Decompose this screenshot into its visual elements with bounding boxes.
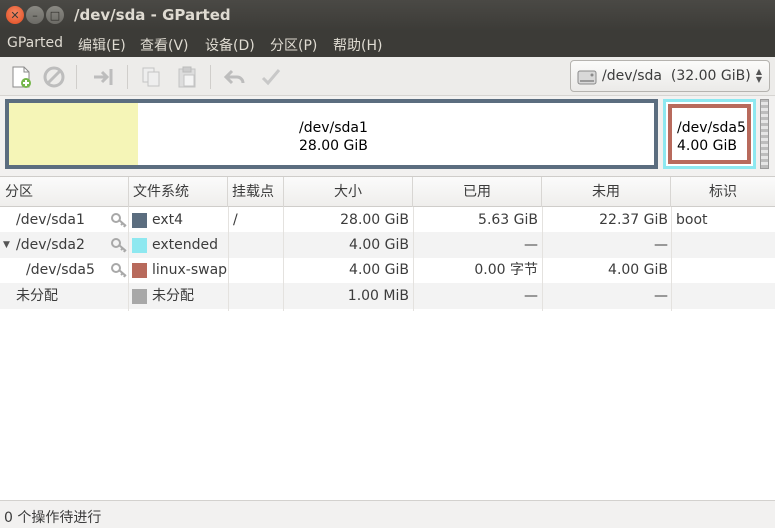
menu-partition[interactable]: 分区(P) [270,35,317,55]
cell-partition: /dev/sda5 [26,262,95,278]
key-icon [110,211,128,229]
table-row[interactable]: /dev/sda5 linux-swap 4.00 GiB 0.00 字节 4.00 G… [0,257,775,283]
cell-flags [676,257,771,283]
device-label: /dev/sda (32.00 GiB) [602,68,751,84]
cell-unused: 22.37 GiB [599,212,668,228]
cell-mountpoint [233,257,283,283]
column-divider [128,207,129,311]
toolbar: /dev/sda (32.00 GiB) ▲ ▼ [0,57,775,96]
partition-sda5-block[interactable]: /dev/sda5 4.00 GiB [668,104,751,164]
cell-used: 0.00 字节 [474,262,538,278]
cell-size: 4.00 GiB [349,262,409,278]
cell-used: — [524,237,538,253]
partition-table: 分区 文件系统 挂载点 大小 已用 未用 标识 /dev/sda1 ext4 / 28… [0,176,775,500]
cell-partition: 未分配 [16,288,58,304]
minimize-icon: – [32,8,38,22]
cell-size: 4.00 GiB [349,237,409,253]
filesystem-color-swatch [132,213,147,228]
cell-size: 1.00 MiB [347,288,409,304]
apply-icon[interactable] [259,65,283,89]
cell-filesystem: extended [152,237,219,253]
column-header-filesystem[interactable]: 文件系统 [129,177,228,207]
column-divider [671,207,672,311]
column-header-used[interactable]: 已用 [413,177,542,207]
cell-unused: — [654,237,668,253]
cell-mountpoint [233,232,283,258]
menu-gparted[interactable]: GParted [7,35,63,51]
column-header-partition[interactable]: 分区 [0,177,129,207]
key-icon [110,236,128,254]
filesystem-color-swatch [132,263,147,278]
toolbar-separator [76,65,77,89]
key-icon [110,261,128,279]
menu-edit[interactable]: 编辑(E) [78,35,126,55]
cell-filesystem: ext4 [152,212,184,228]
column-divider [228,207,229,311]
window-title: /dev/sda - GParted [74,6,231,24]
maximize-icon: □ [49,8,61,22]
spin-arrows-icon: ▲ ▼ [755,67,762,84]
cell-flags [676,232,771,258]
resize-move-icon[interactable] [91,65,115,89]
cell-filesystem: linux-swap [152,262,228,278]
pending-operations-status: 0 个操作待进行 [4,510,102,526]
delete-icon[interactable] [42,65,66,89]
paste-icon[interactable] [175,65,199,89]
device-selector[interactable]: /dev/sda (32.00 GiB) ▲ ▼ [570,60,770,92]
title-bar: ✕ – □ /dev/sda - GParted [0,0,775,31]
menu-view[interactable]: 查看(V) [140,35,189,55]
copy-icon[interactable] [139,65,163,89]
cell-partition: /dev/sda2 [16,237,85,253]
disk-map: /dev/sda1 28.00 GiB /dev/sda5 4.00 GiB [5,99,771,170]
menu-device[interactable]: 设备(D) [205,35,255,55]
cell-flags: boot [676,212,708,228]
column-divider [413,207,414,311]
cell-unused: — [654,288,668,304]
column-header-flags[interactable]: 标识 [671,177,775,207]
undo-icon[interactable] [223,65,247,89]
column-header-unused[interactable]: 未用 [542,177,671,207]
table-row[interactable]: /dev/sda1 ext4 / 28.00 GiB 5.63 GiB 22.37 GiB… [0,207,775,233]
table-row[interactable]: 未分配 未分配 1.00 MiB — — [0,283,775,309]
hard-disk-icon [577,67,597,87]
toolbar-separator [127,65,128,89]
close-window-button[interactable]: ✕ [6,6,24,24]
new-partition-icon[interactable] [9,65,33,89]
cell-used: — [524,288,538,304]
partition-sda5-label: /dev/sda5 4.00 GiB [677,120,746,154]
column-divider [542,207,543,311]
cell-filesystem: 未分配 [152,288,194,304]
extended-partition-block[interactable]: /dev/sda5 4.00 GiB [663,99,756,169]
cell-partition: /dev/sda1 [16,212,85,228]
partition-sda1-block[interactable]: /dev/sda1 28.00 GiB [5,99,658,169]
used-space-fill [9,103,138,165]
filesystem-color-swatch [132,289,147,304]
toolbar-separator [210,65,211,89]
close-icon: ✕ [10,8,20,22]
minimize-window-button[interactable]: – [26,6,44,24]
menu-bar: GParted 编辑(E) 查看(V) 设备(D) 分区(P) 帮助(H) [0,31,775,57]
cell-flags [676,283,771,309]
cell-size: 28.00 GiB [340,212,409,228]
column-header-size[interactable]: 大小 [284,177,413,207]
column-divider [283,207,284,311]
cell-mountpoint: / [233,212,238,228]
cell-mountpoint [233,283,283,309]
unallocated-block[interactable] [760,99,769,169]
column-header-mountpoint[interactable]: 挂载点 [228,177,284,207]
menu-help[interactable]: 帮助(H) [333,35,382,55]
expander-arrow-icon[interactable]: ▼ [3,232,10,258]
filesystem-color-swatch [132,238,147,253]
cell-unused: 4.00 GiB [608,262,668,278]
table-row[interactable]: ▼ /dev/sda2 extended 4.00 GiB — — [0,232,775,258]
table-header: 分区 文件系统 挂载点 大小 已用 未用 标识 [0,177,775,207]
cell-used: 5.63 GiB [478,212,538,228]
partition-sda1-label: /dev/sda1 28.00 GiB [299,120,368,154]
status-bar: 0 个操作待进行 [0,500,775,528]
maximize-window-button[interactable]: □ [46,6,64,24]
